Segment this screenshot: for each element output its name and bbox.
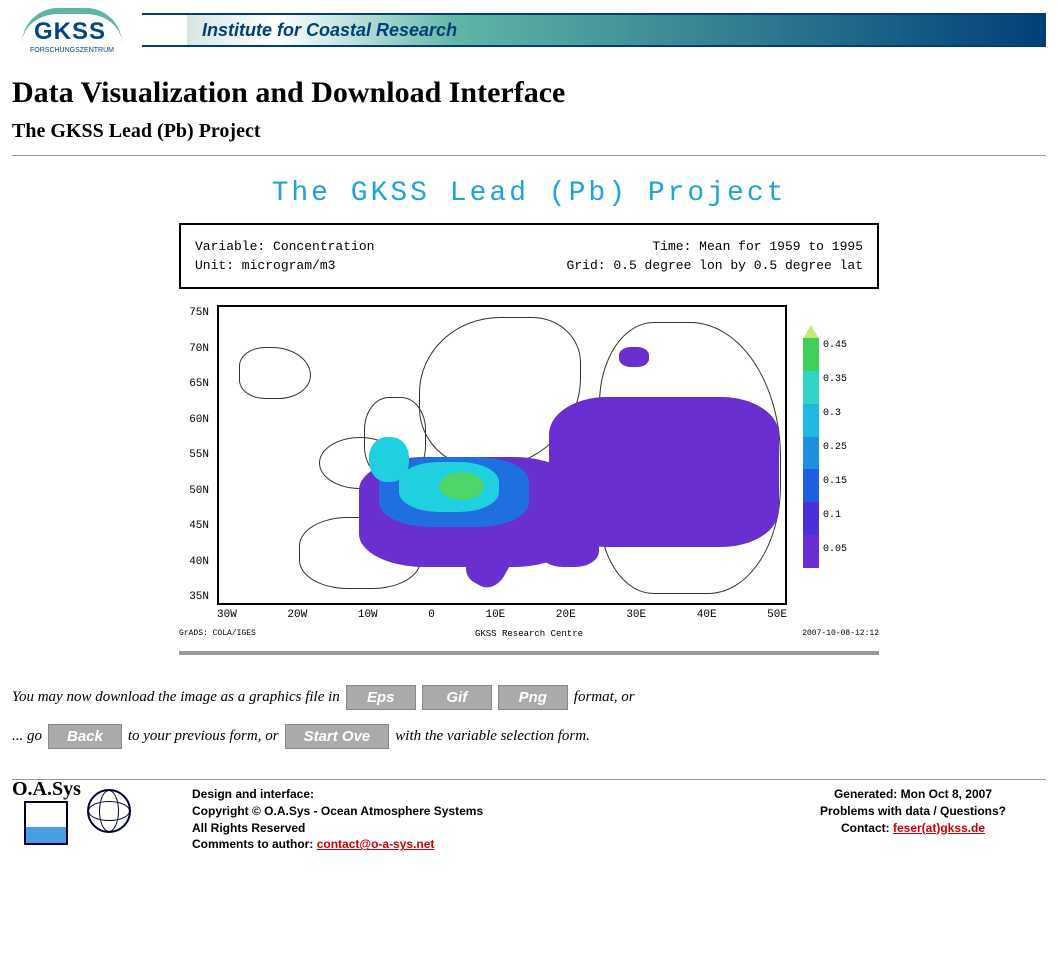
- xtick: 30E: [626, 609, 646, 621]
- time-label: Time: Mean for 1959 to 1995: [652, 239, 863, 254]
- xtick: 10W: [358, 609, 378, 621]
- logo-text: GKSS: [34, 18, 106, 46]
- cb-tick: 0.45: [823, 340, 847, 351]
- grads-credit: GrADS: COLA/IGES: [179, 629, 256, 639]
- footer-right-col: Generated: Mon Oct 8, 2007 Problems with…: [820, 786, 1046, 853]
- footer: O.A.Sys Design and interface: Copyright …: [12, 786, 1046, 853]
- ytick: 55N: [179, 449, 209, 461]
- oas-logo: O.A.Sys: [12, 786, 172, 836]
- nav-row: ... go Back to your previous form, or St…: [12, 724, 1046, 749]
- variable-label: Variable: Concentration: [195, 239, 374, 254]
- download-lead: You may now download the image as a grap…: [12, 689, 340, 706]
- logo-subtext: FORSCHUNGSZENTRUM: [30, 47, 114, 54]
- divider: [12, 155, 1046, 156]
- thick-divider: [179, 651, 879, 655]
- ytick: 70N: [179, 343, 209, 355]
- footer-divider: [12, 779, 1046, 780]
- rights: All Rights Reserved: [192, 820, 483, 837]
- contact-email-link[interactable]: feser(at)gkss.de: [893, 821, 985, 835]
- copyright: Copyright © O.A.Sys - Ocean Atmosphere S…: [192, 803, 483, 820]
- cb-tick: 0.25: [823, 442, 847, 453]
- eps-button[interactable]: Eps: [346, 685, 416, 710]
- xtick: 20E: [556, 609, 576, 621]
- plot-footer: GrADS: COLA/IGES GKSS Research Centre 20…: [179, 629, 879, 639]
- x-axis-labels: 30W 20W 10W 0 10E 20E 30E 40E 50E: [217, 605, 787, 621]
- colorbar-labels: 0.45 0.35 0.3 0.25 0.15 0.1 0.05: [823, 340, 847, 555]
- page-title: Data Visualization and Download Interfac…: [12, 76, 1046, 110]
- with-var-text: with the variable selection form.: [395, 728, 590, 745]
- grid-label: Grid: 0.5 degree lon by 0.5 degree lat: [567, 258, 863, 273]
- xtick: 30W: [217, 609, 237, 621]
- colorbar: 0.45 0.35 0.3 0.25 0.15 0.1 0.05: [803, 325, 847, 555]
- gif-button[interactable]: Gif: [422, 685, 492, 710]
- back-button[interactable]: Back: [48, 724, 122, 749]
- contact-label: Contact:: [841, 821, 890, 835]
- ytick: 40N: [179, 556, 209, 568]
- go-text: ... go: [12, 728, 42, 745]
- problems-label: Problems with data / Questions?: [820, 803, 1006, 820]
- cb-tick: 0.05: [823, 544, 847, 555]
- ytick: 65N: [179, 378, 209, 390]
- format-or: format, or: [574, 689, 635, 706]
- footer-left-col: Design and interface: Copyright © O.A.Sy…: [192, 786, 483, 853]
- start-over-button[interactable]: Start Ove: [285, 724, 390, 749]
- plot-title: The GKSS Lead (Pb) Project: [179, 164, 879, 223]
- map-plot: [217, 305, 787, 605]
- globe-icon: [87, 789, 131, 833]
- gkss-logo: GKSS FORSCHUNGSZENTRUM: [12, 10, 132, 50]
- cb-tick: 0.35: [823, 374, 847, 385]
- y-axis-labels: 75N 70N 65N 60N 55N 50N 45N 40N 35N: [179, 305, 209, 605]
- cb-tick: 0.3: [823, 408, 847, 419]
- xtick: 0: [428, 609, 435, 621]
- oas-box-icon: [24, 801, 68, 845]
- ytick: 75N: [179, 307, 209, 319]
- institute-bar: Institute for Coastal Research: [142, 13, 1046, 47]
- xtick: 40E: [697, 609, 717, 621]
- institute-name: Institute for Coastal Research: [202, 20, 457, 41]
- generated-date: Generated: Mon Oct 8, 2007: [820, 786, 1006, 803]
- xtick: 20W: [287, 609, 307, 621]
- map-area: 75N 70N 65N 60N 55N 50N 45N 40N 35N: [179, 305, 879, 621]
- xtick: 50E: [767, 609, 787, 621]
- colorbar-overflow-icon: [803, 325, 819, 339]
- page-subtitle: The GKSS Lead (Pb) Project: [12, 120, 1046, 143]
- ytick: 35N: [179, 591, 209, 603]
- download-row: You may now download the image as a grap…: [12, 685, 1046, 710]
- plot-timestamp: 2007-10-08-12:12: [802, 629, 879, 639]
- cb-tick: 0.15: [823, 476, 847, 487]
- ytick: 60N: [179, 414, 209, 426]
- to-prev-text: to your previous form, or: [128, 728, 279, 745]
- plot-container: The GKSS Lead (Pb) Project Variable: Con…: [179, 164, 879, 639]
- cb-tick: 0.1: [823, 510, 847, 521]
- xtick: 10E: [485, 609, 505, 621]
- header-bar: GKSS FORSCHUNGSZENTRUM Institute for Coa…: [12, 10, 1046, 50]
- design-label: Design and interface:: [192, 786, 483, 803]
- ytick: 45N: [179, 520, 209, 532]
- comments-label: Comments to author:: [192, 837, 313, 851]
- ytick: 50N: [179, 485, 209, 497]
- plot-info-box: Variable: Concentration Time: Mean for 1…: [179, 223, 879, 289]
- oas-text: O.A.Sys: [12, 778, 81, 801]
- centre-credit: GKSS Research Centre: [475, 629, 583, 639]
- unit-label: Unit: microgram/m3: [195, 258, 335, 273]
- author-email-link[interactable]: contact@o-a-sys.net: [317, 837, 435, 851]
- png-button[interactable]: Png: [498, 685, 568, 710]
